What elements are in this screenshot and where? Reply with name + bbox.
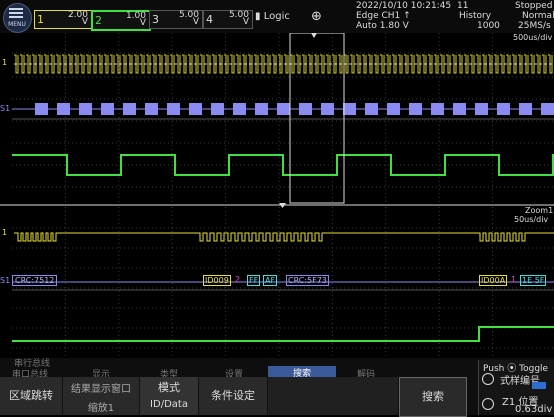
channel-4-number: 4 bbox=[206, 13, 213, 26]
channel-1-unit: V bbox=[81, 17, 88, 27]
channel-2-box[interactable]: 2 1.00 V bbox=[91, 10, 151, 31]
zoom-search-icon[interactable]: ⊕ bbox=[311, 9, 322, 24]
zoom-title: Zoom1 bbox=[525, 206, 554, 215]
sample-rate: 25MS/s bbox=[518, 21, 551, 31]
tab-search[interactable]: 搜索 bbox=[268, 366, 336, 379]
knob-mode-indicator bbox=[532, 382, 546, 389]
channel-2-unit: V bbox=[139, 18, 146, 28]
channel-3-box[interactable]: 3 5.00 V bbox=[149, 10, 203, 29]
result-window-label: 结果显示窗口 bbox=[71, 384, 131, 395]
region-jump-button[interactable]: 区域跳转 bbox=[0, 377, 63, 415]
logic-toggle[interactable]: ▮ Logic bbox=[255, 11, 290, 22]
run-state: Stopped bbox=[515, 1, 553, 11]
decode-data-af: AF bbox=[263, 275, 278, 286]
menu-icon bbox=[9, 8, 23, 20]
trigger-position-marker bbox=[311, 33, 317, 38]
knob-position-icon[interactable] bbox=[482, 398, 494, 410]
search-button[interactable]: 搜索 bbox=[399, 377, 467, 417]
main-timebase: 500us/div bbox=[513, 33, 553, 42]
zoom-position-value: 0.63div bbox=[515, 404, 553, 415]
trigger-source: Edge CH1 ↑ bbox=[356, 11, 411, 21]
top-status-bar: MENU 1 2.00 V 2 1.00 V 3 5.00 V 4 5.00 V… bbox=[0, 0, 554, 33]
main-serial-marker: S1 bbox=[0, 104, 11, 113]
decode-data-ff: FF bbox=[247, 275, 261, 286]
ch1-zoom-trace bbox=[14, 232, 554, 242]
history-count: 1000 bbox=[477, 21, 500, 31]
zoom-ch1-marker: 1 bbox=[2, 228, 8, 237]
trigger-mode: Normal bbox=[522, 11, 554, 21]
decode-dlc-2: 2 bbox=[235, 275, 241, 284]
result-window-button[interactable]: 结果显示窗口 缩放1 bbox=[63, 377, 140, 415]
channel-1-box[interactable]: 1 2.00 V bbox=[34, 10, 92, 29]
waveform-display[interactable] bbox=[0, 33, 554, 358]
mode-value: ID/Data bbox=[150, 399, 188, 410]
decode-crc-mid: CRC:5F73 bbox=[286, 275, 329, 286]
decode-id-00a: ID00A bbox=[479, 275, 508, 286]
main-ch1-marker: 1 bbox=[2, 58, 8, 67]
channel-3-number: 3 bbox=[152, 13, 159, 26]
channel-4-unit: V bbox=[242, 17, 249, 27]
decode-id-009: ID009 bbox=[203, 275, 231, 286]
knob-mode-icon[interactable] bbox=[482, 373, 494, 385]
decode-dlc-1: 1 bbox=[511, 275, 517, 284]
result-window-value: 缩放1 bbox=[87, 403, 115, 414]
zoom-serial-marker: S1 bbox=[0, 276, 11, 285]
logic-icon: ▮ bbox=[255, 11, 261, 22]
ch2-zoom-trace bbox=[12, 326, 554, 342]
condition-setup-button[interactable]: 条件设定 bbox=[199, 377, 268, 415]
menu-label: MENU bbox=[8, 21, 26, 28]
date-time: 2022/10/10 10:21:45 bbox=[356, 1, 452, 11]
decode-data-1e5f: 1E 5F bbox=[520, 275, 547, 286]
channel-1-number: 1 bbox=[37, 13, 44, 26]
grid bbox=[12, 33, 554, 358]
decode-crc-left: CRC:7512 bbox=[12, 275, 58, 286]
zoom-timebase: 50us/div bbox=[514, 215, 549, 224]
channel-3-unit: V bbox=[192, 17, 199, 27]
traces bbox=[12, 54, 554, 342]
channel-2-number: 2 bbox=[95, 14, 102, 27]
acquisition-count: 11 bbox=[457, 1, 469, 11]
mode-button[interactable]: 模式 ID/Data bbox=[140, 377, 199, 415]
channel-4-box[interactable]: 4 5.00 V bbox=[203, 10, 253, 29]
mode-label: 模式 bbox=[158, 381, 180, 394]
empty-softkey bbox=[268, 377, 399, 415]
trigger-level: Auto 1.80 V bbox=[356, 21, 409, 31]
history-label: History bbox=[459, 11, 492, 21]
logic-label: Logic bbox=[263, 11, 290, 22]
